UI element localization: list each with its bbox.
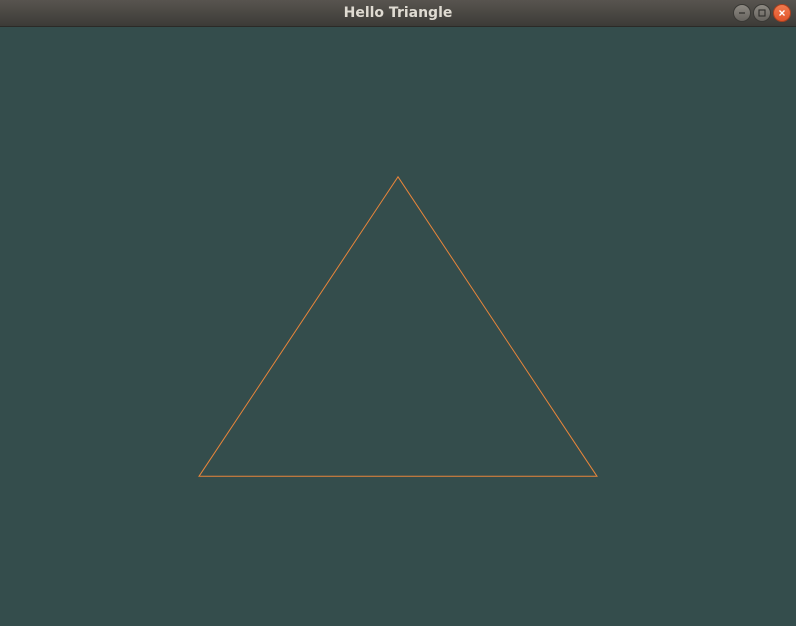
title-bar[interactable]: Hello Triangle	[0, 0, 796, 27]
triangle-outline	[198, 175, 598, 477]
window-title: Hello Triangle	[343, 5, 453, 21]
render-canvas[interactable]	[0, 27, 796, 626]
close-button[interactable]	[773, 4, 791, 22]
window-controls	[733, 4, 791, 22]
scene-svg	[198, 175, 598, 477]
minimize-icon	[739, 12, 745, 14]
maximize-icon	[758, 9, 766, 17]
app-window: Hello Triangle	[0, 0, 796, 626]
minimize-button[interactable]	[733, 4, 751, 22]
maximize-button[interactable]	[753, 4, 771, 22]
close-icon	[779, 10, 785, 16]
